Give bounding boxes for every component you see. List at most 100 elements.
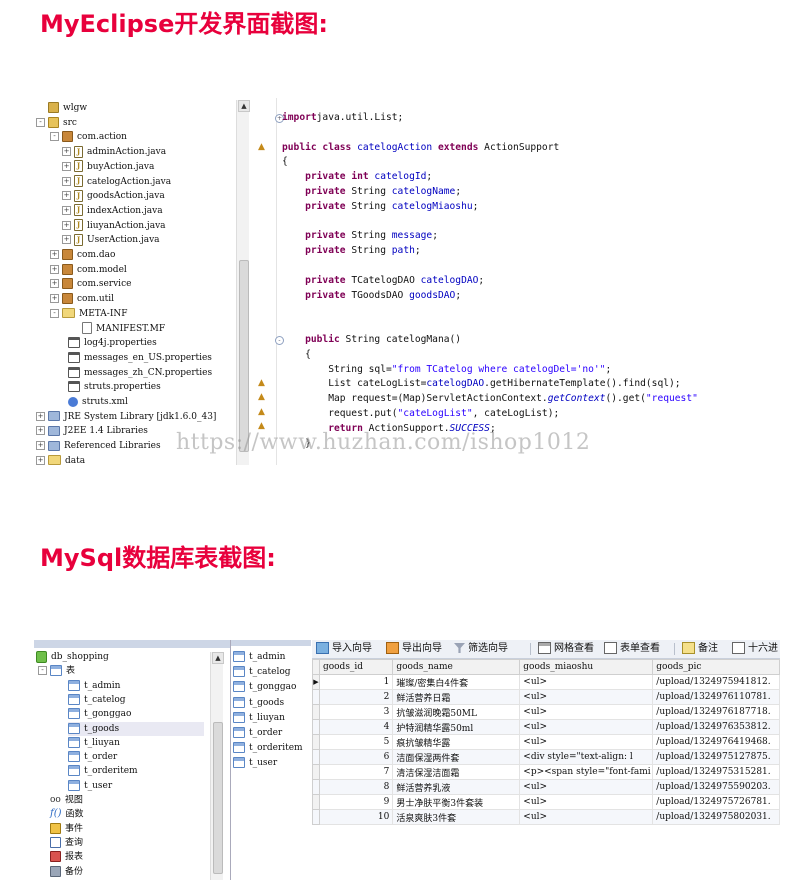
table-cell[interactable]: <ul> <box>519 734 654 750</box>
tree-item[interactable]: log4j.properties <box>56 336 157 350</box>
expand-icon[interactable]: + <box>36 455 45 465</box>
table-cell[interactable]: 6 <box>318 749 394 765</box>
column-header[interactable]: goods_pic <box>652 659 780 675</box>
table-cell[interactable]: /upload/1324976419468. <box>652 734 780 750</box>
table-cell[interactable]: 7 <box>318 764 394 780</box>
db-tree-item[interactable]: t_liuyan <box>68 736 204 750</box>
scroll-up-icon[interactable]: ▲ <box>238 100 250 112</box>
tree-item[interactable]: + Referenced Libraries <box>36 439 161 453</box>
expand-icon[interactable]: + <box>36 426 45 436</box>
table-cell[interactable]: /upload/1324975127875. <box>652 749 780 765</box>
code-editor[interactable]: importjava.util.List; public class catelo… <box>282 98 780 465</box>
tree-item[interactable]: + UserAction.java <box>62 233 160 247</box>
tree-item[interactable]: + data <box>36 454 85 465</box>
tree-item[interactable]: struts.properties <box>56 380 161 394</box>
expand-icon[interactable]: + <box>36 411 45 421</box>
table-cell[interactable]: /upload/1324976353812. <box>652 719 780 735</box>
tree-item[interactable]: messages_en_US.properties <box>56 351 212 365</box>
db-tree-item[interactable]: oo 视图 <box>50 793 204 807</box>
table-cell[interactable]: <ul> <box>519 719 654 735</box>
table-cell[interactable]: 鲜活营养日霜 <box>392 689 521 705</box>
db-tree-item[interactable]: t_admin <box>68 679 204 693</box>
expand-icon[interactable]: + <box>50 279 59 289</box>
table-cell[interactable]: <ul> <box>519 674 654 690</box>
tree-item[interactable]: + JRE System Library [jdk1.6.0_43] <box>36 410 216 424</box>
table-cell[interactable]: 3 <box>318 704 394 720</box>
column-header[interactable]: goods_id <box>318 659 394 675</box>
table-row[interactable]: 8 鲜活营养乳液 <ul>/upload/1324975590203. <box>312 779 780 795</box>
table-cell[interactable]: 9 <box>318 794 394 810</box>
table-cell[interactable]: 4 <box>318 719 394 735</box>
table-cell[interactable]: 2 <box>318 689 394 705</box>
db-tree-item[interactable]: t_user <box>68 779 204 793</box>
tree-item[interactable]: + buyAction.java <box>62 160 154 174</box>
tree-item[interactable]: + liuyanAction.java <box>62 219 166 233</box>
table-cell[interactable]: <ul> <box>519 794 654 810</box>
grid-view-button[interactable]: 网格查看 <box>538 642 594 656</box>
table-cell[interactable]: 1 <box>318 674 394 690</box>
expand-icon[interactable]: + <box>62 161 71 171</box>
package-explorer-scrollbar[interactable]: ▲ <box>236 100 250 465</box>
expand-icon[interactable]: + <box>62 191 71 201</box>
tree-item[interactable]: + goodsAction.java <box>62 189 165 203</box>
table-list-item[interactable]: t_admin <box>233 650 285 665</box>
db-tree-item[interactable]: 报表 <box>50 850 204 864</box>
table-row[interactable]: 4 护特润精华露50ml <ul>/upload/1324976353812. <box>312 719 780 735</box>
table-list-item[interactable]: t_catelog <box>233 665 291 680</box>
table-cell[interactable]: 抗皱滋润晚霜50ML <box>392 704 521 720</box>
expand-icon[interactable]: + <box>50 250 59 259</box>
table-cell[interactable]: /upload/1324975315281. <box>652 764 780 780</box>
collapse-icon[interactable]: - <box>50 132 59 142</box>
scroll-up-icon[interactable]: ▲ <box>212 652 224 664</box>
db-tree-item[interactable]: -表 <box>38 664 204 678</box>
expand-icon[interactable]: + <box>50 264 59 274</box>
collapse-icon[interactable]: - <box>38 666 47 676</box>
tree-item[interactable]: wlgw <box>36 101 87 115</box>
tree-item[interactable]: + com.model <box>50 263 127 277</box>
scroll-thumb[interactable] <box>239 260 249 452</box>
table-cell[interactable]: <p><span style="font-fami <box>519 764 654 780</box>
table-list-item[interactable]: t_user <box>233 756 277 771</box>
db-tree-item[interactable]: t_goods <box>68 721 204 736</box>
memo-button[interactable]: 备注 <box>682 642 718 656</box>
tree-item[interactable]: - src <box>36 116 77 130</box>
db-tree-item[interactable]: t_gonggao <box>68 707 204 721</box>
db-tree-item[interactable]: t_catelog <box>68 693 204 707</box>
db-tree-item[interactable]: 备份 <box>50 865 204 879</box>
table-cell[interactable]: 鲜活营养乳液 <box>392 779 521 795</box>
table-cell[interactable]: /upload/1324975802031. <box>652 809 780 825</box>
table-row[interactable]: 2 鲜活营养日霜 <ul>/upload/1324976110781. <box>312 689 780 705</box>
tree-item[interactable]: + J2EE 1.4 Libraries <box>36 424 148 438</box>
table-list-item[interactable]: t_orderitem <box>233 741 303 756</box>
table-cell[interactable]: 洁面保湿两件套 <box>392 749 521 765</box>
db-tree-item[interactable]: 事件 <box>50 822 204 836</box>
table-cell[interactable]: 10 <box>318 809 394 825</box>
tree-item[interactable]: + com.dao <box>50 248 115 262</box>
expand-icon[interactable]: + <box>62 147 71 157</box>
table-row[interactable]: 5 痕抗皱精华露 <ul>/upload/1324976419468. <box>312 734 780 750</box>
expand-icon[interactable]: + <box>62 235 71 245</box>
table-cell[interactable]: <ul> <box>519 704 654 720</box>
table-cell[interactable]: 璀璨/密集白4件套 <box>392 674 521 690</box>
table-cell[interactable]: <ul> <box>519 809 654 825</box>
table-list-item[interactable]: t_gonggao <box>233 680 296 695</box>
table-cell[interactable]: 8 <box>318 779 394 795</box>
tree-item[interactable]: messages_zh_CN.properties <box>56 366 212 380</box>
collapse-icon[interactable]: - <box>50 308 59 318</box>
tree-item[interactable]: + catelogAction.java <box>62 175 171 189</box>
table-row[interactable]: 7 清洁保湿洁面霜 <p><span style="font-fami/upload… <box>312 764 780 780</box>
column-header[interactable]: goods_name <box>392 659 521 675</box>
collapse-icon[interactable]: - <box>36 117 45 127</box>
tree-item[interactable]: + adminAction.java <box>62 145 166 159</box>
table-cell[interactable]: 活泉爽肤3件套 <box>392 809 521 825</box>
column-header[interactable]: goods_miaoshu <box>519 659 654 675</box>
table-cell[interactable]: 痕抗皱精华露 <box>392 734 521 750</box>
db-tree-item[interactable]: t_order <box>68 750 204 764</box>
table-cell[interactable]: <ul> <box>519 689 654 705</box>
table-cell[interactable]: /upload/1324975590203. <box>652 779 780 795</box>
tree-item[interactable]: + com.util <box>50 292 114 306</box>
tree-item[interactable]: + indexAction.java <box>62 204 163 218</box>
table-row[interactable]: 10 活泉爽肤3件套 <ul>/upload/1324975802031. <box>312 809 780 825</box>
tree-item[interactable]: struts.xml <box>56 395 128 409</box>
tree-item[interactable]: - com.action <box>50 130 127 144</box>
